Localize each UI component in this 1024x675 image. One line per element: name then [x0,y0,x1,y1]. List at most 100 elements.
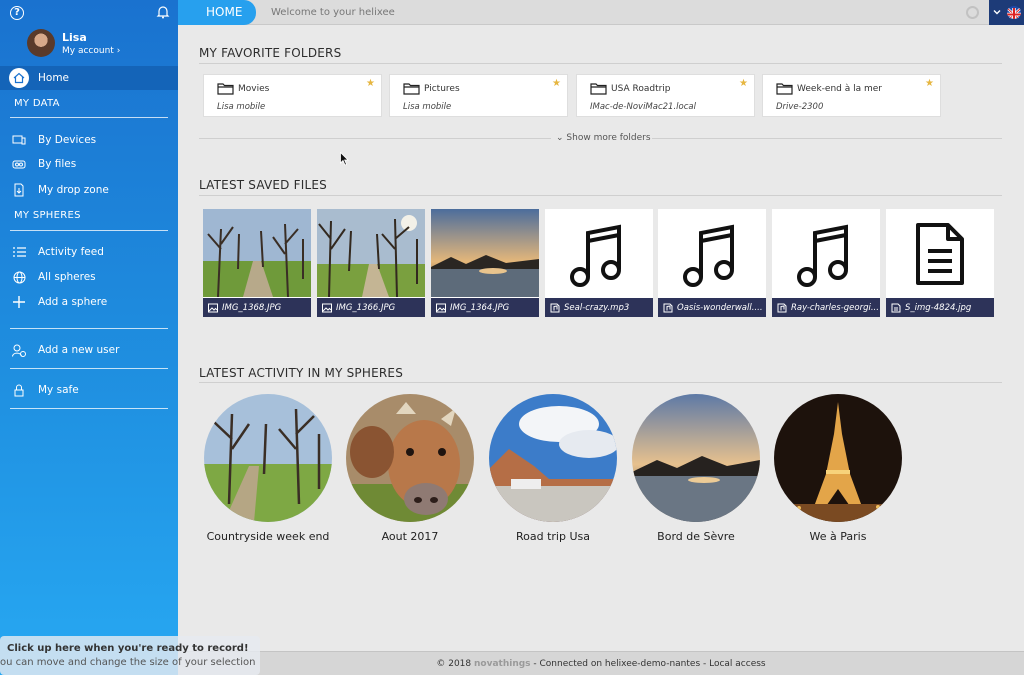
files-icon [12,157,26,171]
sidebar-item-label: Activity feed [38,246,104,258]
file-name-bar: IMG_1364.JPG [431,298,539,317]
divider [10,230,168,231]
folder-icon [776,83,793,95]
file-card[interactable]: IMG_1368.JPG [203,209,311,317]
folder-icon [403,83,420,95]
language-selector[interactable] [989,0,1024,25]
drop-zone-icon [12,183,26,197]
files-title: LATEST SAVED FILES [199,178,327,192]
file-card[interactable]: S_img-4824.jpg [886,209,994,317]
record-overlay[interactable]: Click up here when you're ready to recor… [0,636,260,675]
file-card[interactable]: Ray-charles-georgi... [772,209,880,317]
folder-name: Week-end à la mer [797,84,882,94]
sphere-photo[interactable] [774,394,902,522]
sphere-photo[interactable] [204,394,332,522]
sidebar-item-by-devices[interactable]: By Devices [0,128,178,152]
sphere-name[interactable]: Aout 2017 [335,530,485,543]
sphere-name[interactable]: We à Paris [763,530,913,543]
lock-icon [12,383,26,397]
sphere-name[interactable]: Bord de Sèvre [621,530,771,543]
bell-icon[interactable] [156,5,170,19]
file-name: IMG_1364.JPG [450,302,510,313]
image-icon [322,303,332,312]
sidebar: ? Lisa My account › Home MY DATA By Devi… [0,0,178,675]
sidebar-item-add-sphere[interactable]: Add a sphere [0,290,178,314]
section-my-data: MY DATA [14,98,60,109]
connection-status: - Connected on helixee-demo-nantes - Loc… [533,659,766,669]
file-name: Oasis-wonderwall.... [677,302,763,313]
folder-name: Pictures [424,84,460,94]
sidebar-item-activity-feed[interactable]: Activity feed [0,240,178,264]
document-file-icon [891,303,901,312]
star-icon[interactable]: ★ [366,78,375,89]
file-card[interactable]: Seal-crazy.mp3 [545,209,653,317]
sidebar-item-by-files[interactable]: By files [0,152,178,176]
file-name: S_img-4824.jpg [905,302,972,313]
show-more-folders-button[interactable]: ⌄ Show more folders [556,133,651,143]
image-thumbnail [317,209,425,297]
folder-card[interactable]: USA Roadtrip IMac-de-NoviMac21.local ★ [576,74,755,117]
user-name: Lisa [62,31,87,44]
avatar[interactable] [27,29,55,57]
sphere-photo[interactable] [632,394,760,522]
tab-home[interactable]: HOME [178,0,256,25]
sidebar-item-drop-zone[interactable]: My drop zone [0,178,178,202]
sidebar-item-home[interactable]: Home [0,66,178,90]
star-icon[interactable]: ★ [739,78,748,89]
sphere-photo[interactable] [489,394,617,522]
folder-icon [590,83,607,95]
footer: © 2018 novathings - Connected on helixee… [178,651,1024,675]
sidebar-item-add-user[interactable]: Add a new user [0,338,178,362]
divider [199,138,551,139]
mouse-cursor-icon [340,152,349,166]
file-name: Seal-crazy.mp3 [564,302,630,313]
chevron-right-icon: › [116,46,121,56]
globe-icon [12,270,26,284]
sidebar-item-all-spheres[interactable]: All spheres [0,265,178,289]
sidebar-item-label: Add a new user [38,344,120,356]
chevron-down-icon [993,10,1001,15]
home-icon [9,68,29,88]
image-thumbnail [431,209,539,297]
record-hint: Click up here when you're ready to recor… [7,643,249,654]
plus-icon [12,295,26,309]
divider [199,63,1002,64]
my-account-link[interactable]: My account › [62,46,120,56]
music-note-icon [658,209,766,297]
sphere-name[interactable]: Countryside week end [193,530,343,543]
activity-title: LATEST ACTIVITY IN MY SPHERES [199,366,404,380]
file-card[interactable]: IMG_1366.JPG [317,209,425,317]
star-icon[interactable]: ★ [925,78,934,89]
profile[interactable]: Lisa My account › [0,24,178,64]
favorites-title: MY FAVORITE FOLDERS [199,46,342,60]
folder-card[interactable]: Movies Lisa mobile ★ [203,74,382,117]
file-name-bar: IMG_1366.JPG [317,298,425,317]
sphere-name[interactable]: Road trip Usa [478,530,628,543]
folder-card[interactable]: Week-end à la mer Drive-2300 ★ [762,74,941,117]
copyright: © 2018 [436,659,472,669]
document-icon [886,209,994,297]
star-icon[interactable]: ★ [552,78,561,89]
file-card[interactable]: IMG_1364.JPG [431,209,539,317]
folder-name: USA Roadtrip [611,84,671,94]
image-thumbnail [203,209,311,297]
file-name: IMG_1368.JPG [222,302,282,313]
sidebar-item-my-safe[interactable]: My safe [0,378,178,402]
divider [10,368,168,369]
sidebar-item-label: Add a sphere [38,296,108,308]
devices-icon [12,133,26,147]
add-user-icon [12,343,26,357]
sidebar-item-label: By Devices [38,134,97,146]
file-card[interactable]: Oasis-wonderwall.... [658,209,766,317]
folder-icon [217,83,234,95]
divider [199,195,1002,196]
music-note-icon [545,209,653,297]
folder-card[interactable]: Pictures Lisa mobile ★ [389,74,568,117]
top-bar: HOME Welcome to your helixee [178,0,1024,25]
help-icon[interactable]: ? [10,6,24,20]
file-name-bar: Seal-crazy.mp3 [545,298,653,317]
divider [199,382,1002,383]
image-icon [436,303,446,312]
sphere-photo[interactable] [346,394,474,522]
gear-icon[interactable] [966,6,979,19]
